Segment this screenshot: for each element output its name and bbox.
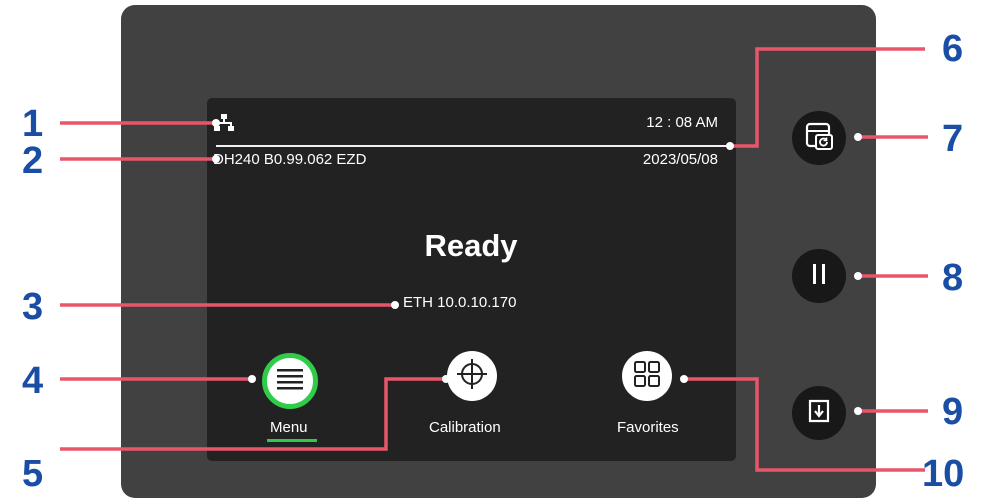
calibration-label[interactable]: Calibration [429, 420, 501, 435]
pause-icon [810, 263, 828, 290]
callout-2: 2 [22, 140, 44, 182]
print-reload-icon [805, 122, 833, 155]
callout-1: 1 [22, 103, 44, 145]
callout-9: 9 [942, 391, 964, 433]
callout-dot [854, 407, 862, 415]
callout-dot [726, 142, 734, 150]
callout-dot [680, 375, 688, 383]
firmware-version: DH240 B0.99.062 EZD [213, 151, 367, 168]
grid-icon [634, 360, 660, 392]
callout-7: 7 [942, 118, 964, 160]
clock-time: 12 : 08 AM [646, 114, 718, 131]
feed-icon [808, 399, 830, 428]
callout-8: 8 [942, 257, 964, 299]
favorites-button[interactable] [622, 351, 672, 401]
hamburger-menu-icon [277, 368, 303, 395]
callout-dot [854, 272, 862, 280]
menu-label[interactable]: Menu [270, 420, 308, 435]
status-date: 2023/05/08 [642, 151, 718, 168]
callout-dot [442, 375, 450, 383]
calibration-button[interactable] [447, 351, 497, 401]
feed-button[interactable] [792, 386, 846, 440]
callout-dot [854, 133, 862, 141]
menu-button[interactable] [262, 353, 318, 409]
printer-status: Ready [424, 228, 518, 263]
callout-5: 5 [22, 453, 44, 495]
callout-dot [391, 301, 399, 309]
favorites-label[interactable]: Favorites [617, 420, 679, 435]
callout-dot [212, 155, 220, 163]
crosshair-icon [456, 358, 488, 395]
callout-dot [212, 119, 220, 127]
status-divider [216, 145, 728, 147]
callout-10: 10 [922, 453, 965, 495]
callout-4: 4 [22, 360, 44, 402]
ip-address: ETH 10.0.10.170 [403, 294, 517, 311]
print-reload-button[interactable] [792, 111, 846, 165]
menu-selected-indicator [267, 439, 317, 442]
callout-dot [248, 375, 256, 383]
callout-3: 3 [22, 286, 44, 328]
pause-button[interactable] [792, 249, 846, 303]
callout-6: 6 [942, 28, 964, 70]
